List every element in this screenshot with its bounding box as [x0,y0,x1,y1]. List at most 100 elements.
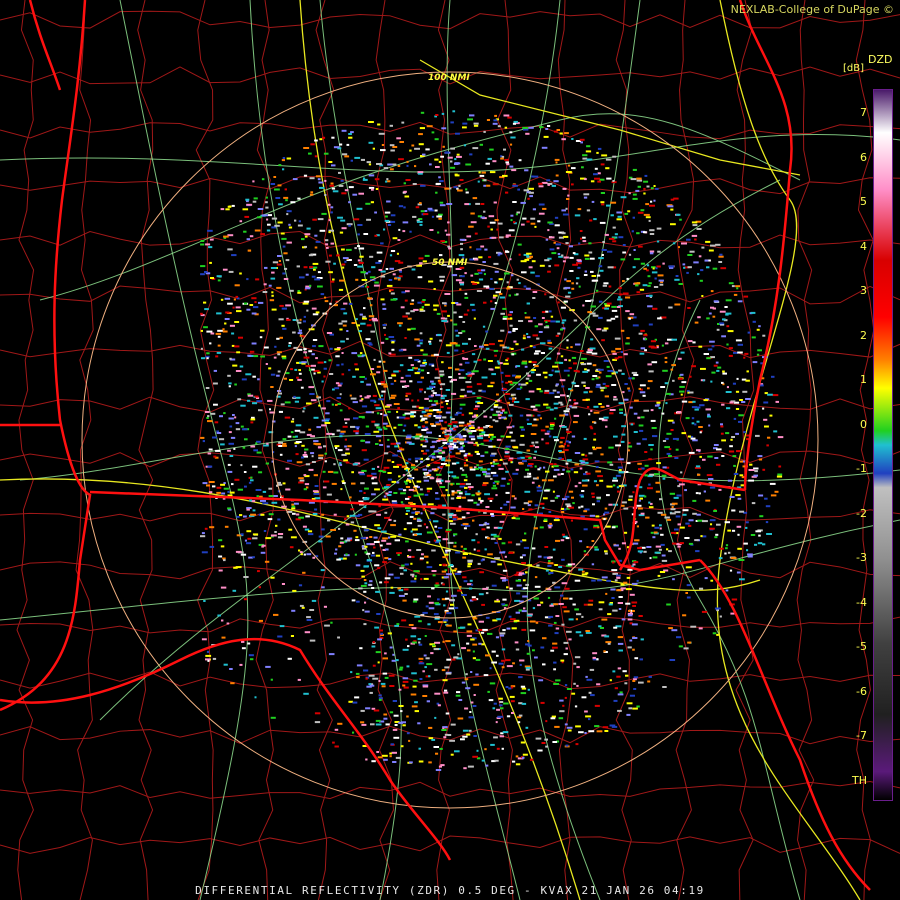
echo-pixel [218,569,223,572]
echo-pixel [489,682,496,685]
echo-pixel [668,448,672,451]
state-border [738,0,793,491]
echo-pixel [368,674,375,677]
echo-pixel [653,531,658,534]
echo-pixel [503,148,506,151]
echo-pixel [534,450,537,453]
echo-pixel [485,506,490,508]
echo-pixel [554,224,560,227]
echo-pixel [566,428,569,431]
echo-pixel [345,523,350,526]
echo-pixel [739,474,744,477]
echo-pixel [460,388,465,391]
echo-pixel [439,564,442,566]
echo-pixel [413,494,419,497]
echo-pixel [255,278,260,281]
echo-pixel [587,311,593,314]
echo-pixel [664,382,669,385]
echo-pixel [547,125,551,127]
echo-pixel [451,490,455,493]
echo-pixel [337,636,340,639]
echo-pixel [317,361,324,364]
echo-pixel [629,313,635,316]
echo-pixel [444,689,448,692]
echo-pixel [436,312,441,315]
echo-pixel [202,482,208,485]
echo-pixel [474,272,479,275]
echo-pixel [406,436,412,439]
echo-pixel [355,432,359,435]
echo-pixel [481,269,486,272]
echo-pixel [398,205,404,208]
echo-pixel [434,376,441,379]
echo-pixel [660,513,667,516]
echo-pixel [515,755,519,758]
echo-pixel [452,446,459,449]
echo-pixel [680,351,685,354]
echo-pixel [614,579,618,582]
echo-pixel [373,709,380,712]
echo-pixel [424,493,429,496]
echo-pixel [576,277,580,280]
echo-pixel [398,324,402,327]
echo-pixel [221,492,226,495]
echo-pixel [454,368,460,371]
echo-pixel [342,266,345,269]
echo-pixel [394,724,398,726]
echo-pixel [678,645,683,648]
echo-pixel [382,426,386,429]
echo-pixel [660,543,665,546]
echo-pixel [500,416,507,419]
echo-pixel [679,542,684,545]
echo-pixel [475,202,480,205]
echo-pixel [290,201,296,204]
echo-pixel [545,321,548,324]
echo-pixel [534,656,538,659]
echo-pixel [730,438,733,441]
echo-pixel [756,353,760,356]
echo-pixel [467,560,473,563]
echo-pixel [246,203,253,206]
echo-pixel [685,417,690,420]
echo-pixel [478,593,484,596]
echo-pixel [727,551,731,554]
echo-pixel [505,470,509,473]
echo-pixel [726,325,730,328]
echo-pixel [593,432,596,435]
echo-pixel [337,216,343,219]
echo-pixel [402,221,409,224]
echo-pixel [391,461,395,463]
echo-pixel [480,631,485,634]
echo-pixel [583,437,587,440]
echo-pixel [599,479,604,482]
echo-pixel [222,328,225,331]
echo-pixel [580,237,583,240]
echo-pixel [561,507,564,510]
echo-pixel [323,361,327,364]
echo-pixel [571,406,578,409]
echo-pixel [305,273,309,276]
echo-pixel [722,318,726,321]
echo-pixel [360,439,365,442]
echo-pixel [311,599,317,602]
echo-pixel [666,518,672,521]
echo-pixel [618,547,621,550]
echo-pixel [613,435,618,438]
echo-pixel [452,439,457,442]
echo-pixel [342,425,348,428]
echo-pixel [399,567,404,570]
echo-pixel [404,337,407,339]
echo-pixel [611,569,618,572]
echo-pixel [625,342,630,345]
echo-pixel [458,421,465,424]
echo-pixel [507,401,510,404]
echo-pixel [640,638,644,641]
echo-pixel [450,483,453,486]
echo-pixel [467,765,474,768]
echo-pixel [383,385,388,388]
echo-pixel [341,263,346,266]
echo-pixel [490,307,496,310]
echo-pixel [542,371,548,374]
echo-pixel [371,420,376,423]
echo-pixel [223,412,226,415]
